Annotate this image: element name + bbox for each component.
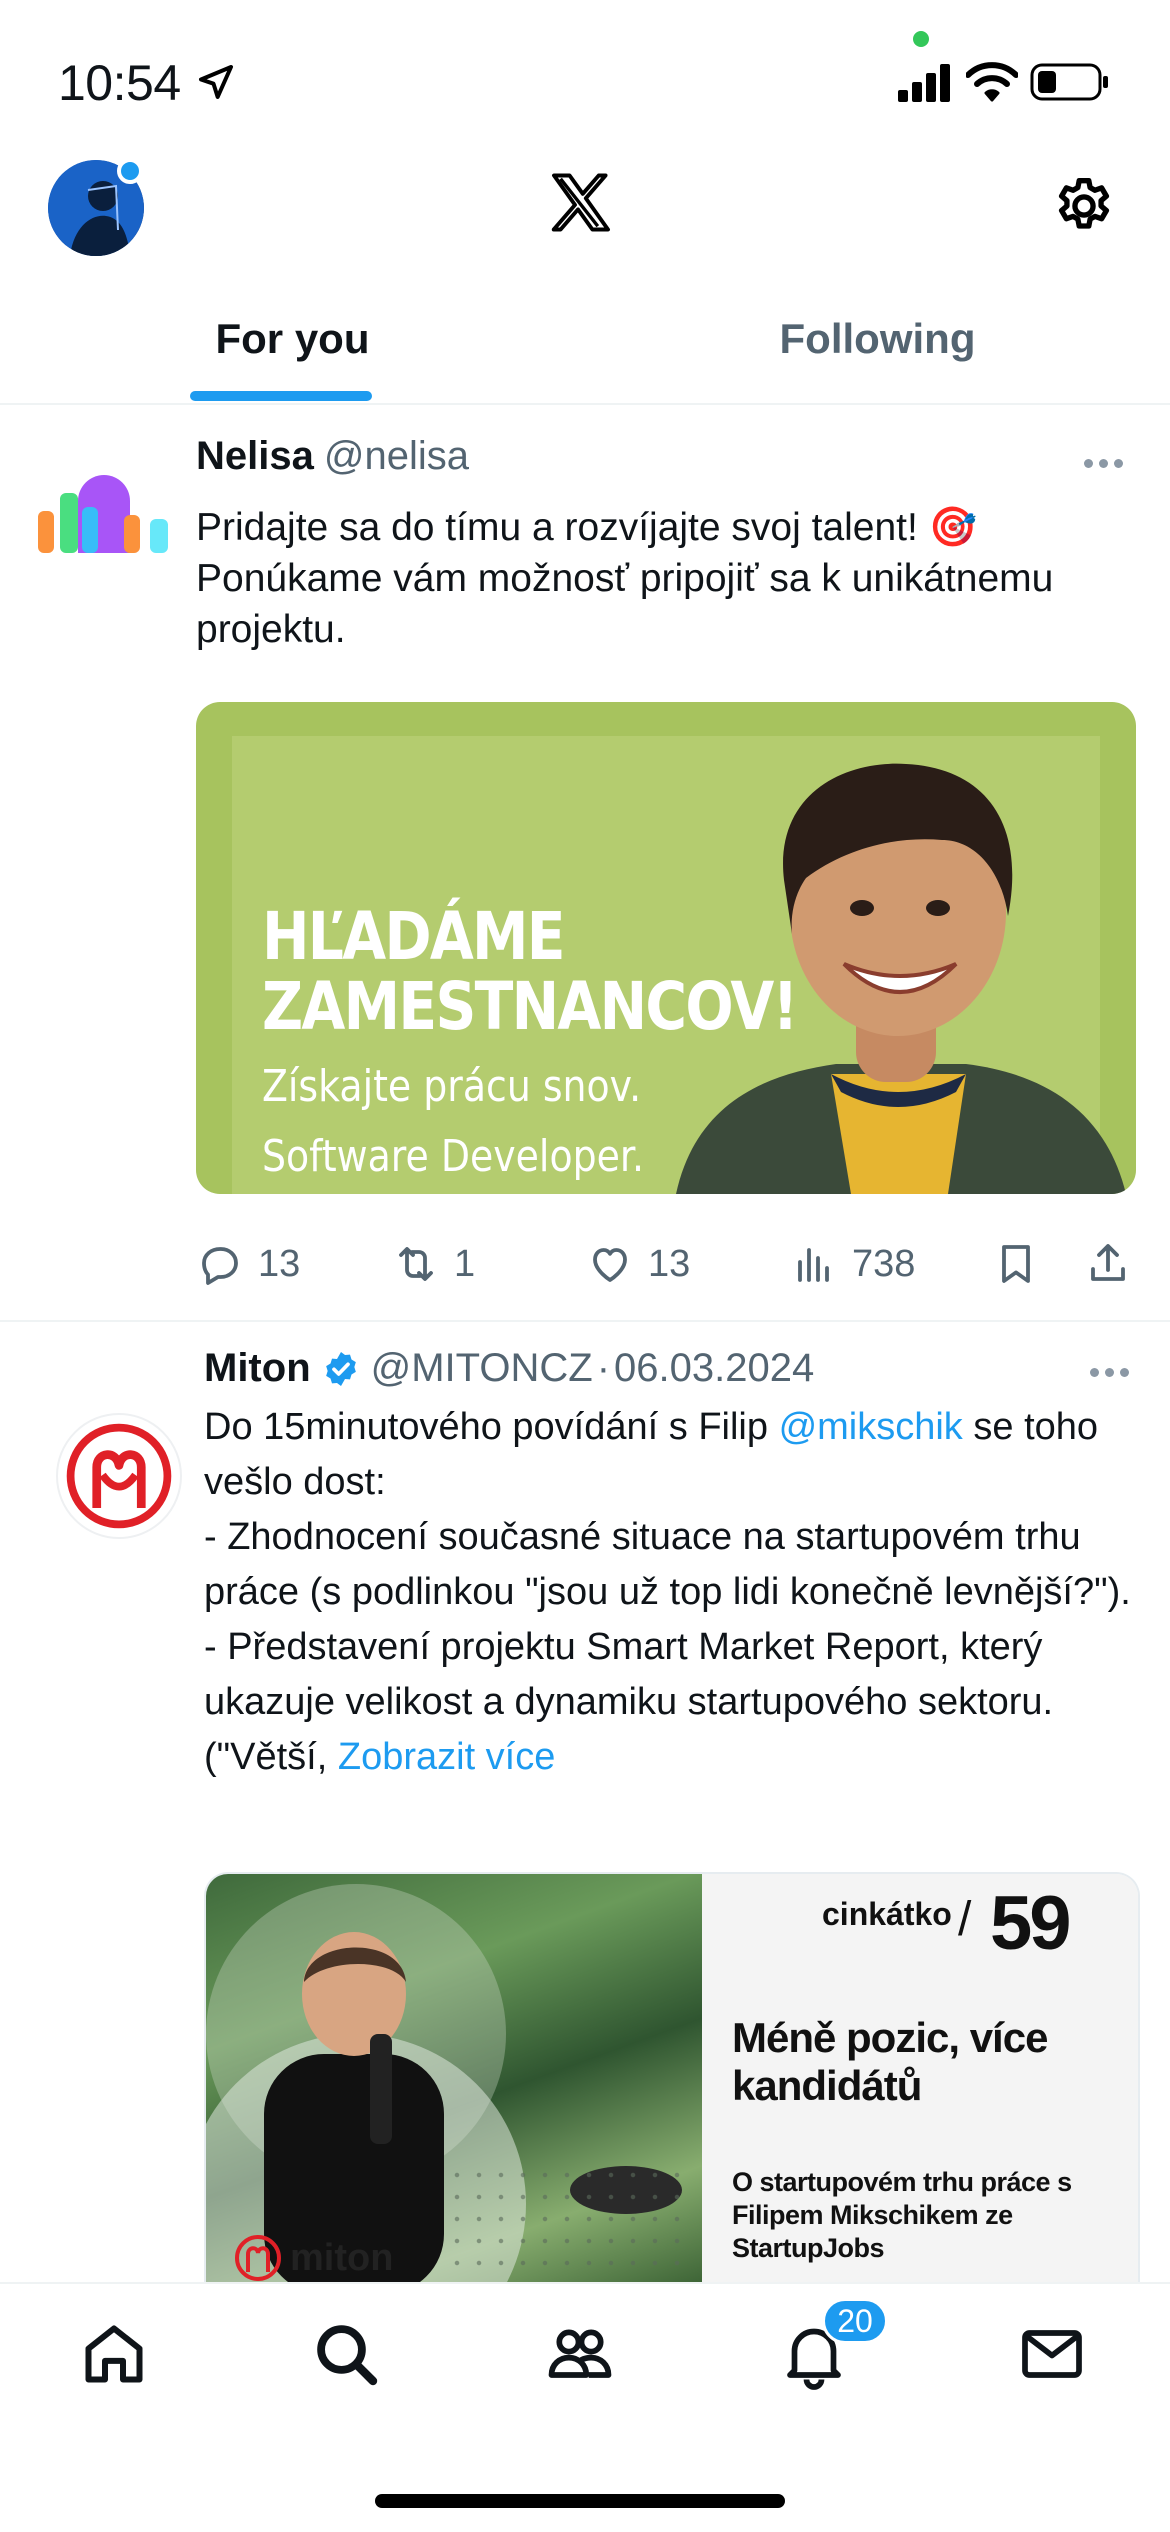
post-header: Nelisa @nelisa <box>196 434 469 479</box>
text-segment: Do 15minutového povídání s Filip <box>204 1406 768 1448</box>
reply-icon <box>202 1247 238 1285</box>
repost-button[interactable]: 1 <box>392 1240 475 1288</box>
status-bar: 10:54 <box>0 0 1170 150</box>
image-subline: Získajte prácu snov. Software Developer. <box>262 1052 644 1192</box>
like-icon <box>593 1248 627 1282</box>
home-icon[interactable] <box>78 2318 150 2390</box>
reply-button[interactable]: 13 <box>196 1240 300 1288</box>
smiling-man-photo <box>676 763 1126 1194</box>
brand-name: miton <box>290 2236 394 2279</box>
verified-icon <box>325 1351 356 1386</box>
episode-title: Méně pozic, více kandidátů <box>732 2014 1048 2109</box>
like-button[interactable]: 13 <box>586 1240 690 1288</box>
search-icon[interactable] <box>310 2318 382 2390</box>
mention-link[interactable]: @mikschik <box>779 1406 963 1448</box>
episode-subtitle: O startupovém trhu práce s Filipem Miksc… <box>732 2167 1072 2263</box>
subline-1: Získajte prácu snov. <box>262 1061 642 1112</box>
camera-indicator <box>913 31 929 47</box>
location-arrow-icon <box>199 65 233 99</box>
episode-number: 59 <box>990 1881 1072 1966</box>
series-name: cinkátko <box>822 1896 952 1932</box>
mail-icon[interactable] <box>1016 2318 1088 2390</box>
battery-icon <box>1030 63 1108 101</box>
avatar-notification-dot <box>117 158 143 184</box>
author-name[interactable]: Miton <box>204 1346 311 1391</box>
author-handle[interactable]: @MITONCZ <box>371 1346 593 1391</box>
miton-avatar[interactable] <box>56 1413 182 1539</box>
miton-brand: miton <box>234 2234 393 2282</box>
bookmark-button[interactable] <box>992 1240 1040 1288</box>
post-actions: 13 1 13 738 <box>196 1240 1136 1296</box>
post-text: Do 15minutového povídání s Filip @miksch… <box>204 1400 1144 1785</box>
wifi-icon <box>966 62 1018 102</box>
miton-logo-icon <box>235 2235 281 2281</box>
podcast-photo: miton <box>206 1874 702 2282</box>
text-segment: - Zhodnocení současné situace na startup… <box>204 1516 1131 1613</box>
header-separator: · <box>596 1346 611 1390</box>
subline-2: Software Developer. <box>262 1131 645 1182</box>
author-handle[interactable]: @nelisa <box>324 434 469 479</box>
repost-icon <box>399 1247 433 1281</box>
active-tab-indicator <box>190 391 372 401</box>
nelisa-avatar[interactable] <box>38 455 170 555</box>
timeline-tabs: For you Following <box>0 300 1170 405</box>
communities-icon[interactable] <box>544 2318 616 2390</box>
post-divider <box>0 1320 1170 1322</box>
post-date[interactable]: 06.03.2024 <box>614 1346 814 1391</box>
post-text: Pridajte sa do tímu a rozvíjajte svoj ta… <box>196 506 1054 651</box>
tab-following[interactable]: Following <box>585 300 1170 403</box>
series-slash: / <box>958 1893 972 1946</box>
share-button[interactable] <box>1084 1240 1132 1288</box>
show-more-link[interactable]: Zobrazit více <box>338 1736 556 1778</box>
home-indicator[interactable] <box>375 2494 785 2508</box>
status-time: 10:54 <box>58 55 181 111</box>
text-segment: - Představení projektu Smart Market Repo… <box>204 1626 1054 1778</box>
repost-count: 1 <box>454 1242 476 1285</box>
more-options-icon[interactable] <box>1084 455 1132 468</box>
x-logo-icon[interactable] <box>545 168 617 240</box>
post-header: Miton @MITONCZ · 06.03.2024 <box>204 1346 814 1391</box>
bookmark-icon <box>1002 1245 1030 1283</box>
gear-icon[interactable] <box>1052 174 1116 238</box>
more-options-icon[interactable] <box>1090 1364 1138 1377</box>
share-icon <box>1091 1244 1125 1281</box>
views-count: 738 <box>852 1242 916 1285</box>
views-button[interactable]: 738 <box>790 1240 915 1288</box>
notifications-badge: 20 <box>822 2298 888 2344</box>
podcast-card-image[interactable]: miton cinkátko / 59 Méně pozic, více kan… <box>204 1872 1140 2282</box>
reply-count: 13 <box>258 1242 301 1285</box>
author-name[interactable]: Nelisa <box>196 434 314 479</box>
views-icon <box>798 1248 829 1282</box>
signal-icon <box>898 64 950 102</box>
post-image[interactable]: HĽADÁME ZAMESTNANCOV! Získajte prácu sno… <box>196 702 1136 1194</box>
podcast-info-panel: cinkátko / 59 Méně pozic, více kandidátů… <box>702 1874 1138 2282</box>
tab-for-you[interactable]: For you <box>0 300 585 403</box>
dot-pattern <box>446 2164 696 2282</box>
like-count: 13 <box>648 1242 691 1285</box>
